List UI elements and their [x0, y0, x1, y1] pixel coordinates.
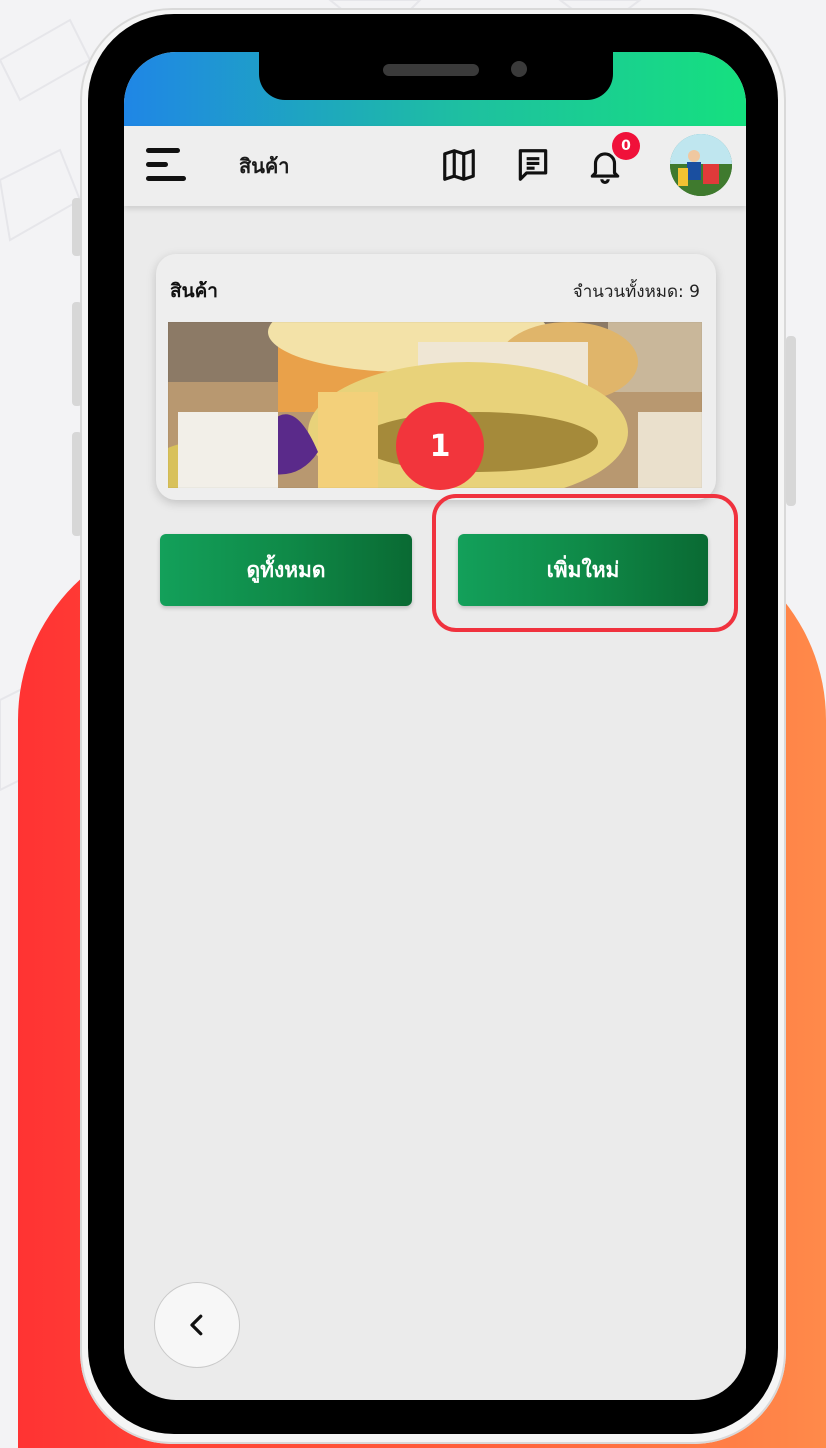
phone-screen: สินค้า 0 สินค้า จำนวนทั้งหมด: 9 1 ดูทั้ง…: [124, 52, 746, 1400]
page-title: สินค้า: [239, 154, 290, 178]
menu-icon[interactable]: [146, 148, 188, 182]
chevron-left-icon: [190, 1314, 203, 1336]
app-bar: สินค้า: [124, 126, 746, 206]
products-card[interactable]: สินค้า จำนวนทั้งหมด: 9 1: [156, 254, 716, 500]
speaker: [383, 64, 479, 76]
volume-up-button: [72, 302, 82, 406]
notification-badge: 0: [612, 132, 640, 160]
volume-mute-switch: [72, 198, 82, 256]
map-icon[interactable]: [440, 146, 478, 184]
power-button: [786, 336, 796, 506]
total-count: จำนวนทั้งหมด: 9: [572, 282, 700, 302]
message-icon[interactable]: [514, 146, 552, 184]
step-badge: 1: [396, 402, 484, 490]
avatar[interactable]: [670, 134, 732, 196]
volume-down-button: [72, 432, 82, 536]
back-button[interactable]: [154, 1282, 240, 1368]
highlight-frame: [432, 494, 738, 632]
phone-notch: [259, 52, 613, 100]
front-camera: [511, 61, 527, 77]
card-title: สินค้า: [170, 280, 218, 302]
view-all-button[interactable]: ดูทั้งหมด: [160, 534, 412, 606]
